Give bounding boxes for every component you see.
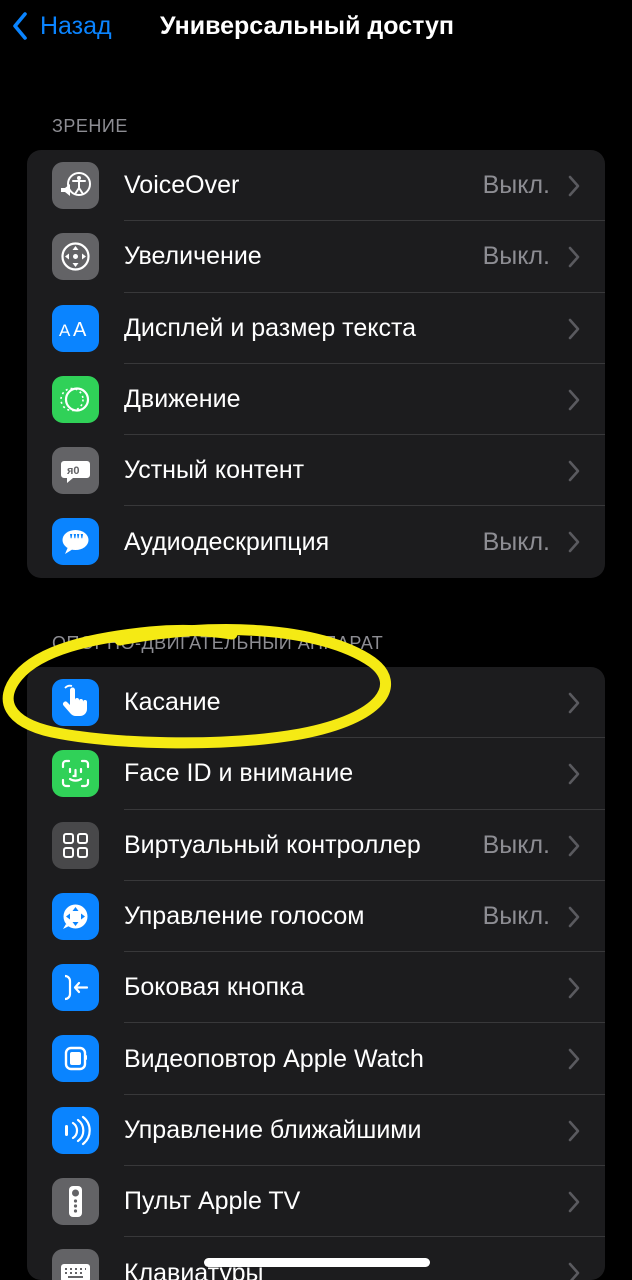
chevron-right-icon bbox=[568, 977, 580, 999]
chevron-right-icon bbox=[568, 246, 580, 268]
row-label: Боковая кнопка bbox=[124, 973, 305, 1002]
settings-group-physical: Касание Face ID и внимание Виртуальный к… bbox=[27, 667, 605, 1280]
navigation-bar: Назад Универсальный доступ bbox=[0, 0, 632, 52]
back-button[interactable]: Назад bbox=[12, 6, 112, 46]
row-label: Дисплей и размер текста bbox=[124, 313, 417, 342]
chevron-right-icon bbox=[568, 318, 580, 339]
text-size-icon: AA bbox=[52, 304, 99, 352]
row-display-text-size[interactable]: AA Дисплей и размер текста bbox=[27, 293, 605, 364]
chevron-left-icon bbox=[12, 6, 40, 46]
row-label: Касание bbox=[124, 688, 221, 717]
chevron-right-icon bbox=[568, 906, 580, 928]
row-face-id[interactable]: Face ID и внимание bbox=[27, 738, 605, 810]
apple-tv-remote-icon bbox=[52, 1178, 99, 1226]
section-header-vision: ЗРЕНИЕ bbox=[52, 116, 128, 136]
row-label: Face ID и внимание bbox=[124, 759, 354, 788]
face-id-icon bbox=[52, 750, 99, 798]
row-motion[interactable]: Движение bbox=[27, 364, 605, 436]
chevron-right-icon bbox=[568, 1049, 580, 1070]
row-zoom[interactable]: Увеличение Выкл. bbox=[27, 221, 605, 293]
switch-control-icon bbox=[52, 821, 99, 869]
svg-text:": " bbox=[75, 530, 85, 550]
voice-control-icon bbox=[52, 892, 99, 940]
row-label: Управление голосом bbox=[124, 902, 365, 931]
apple-watch-icon bbox=[52, 1035, 99, 1083]
svg-text:A: A bbox=[59, 321, 71, 340]
section-header-physical: ОПОРНО-ДВИГАТЕЛЬНЫЙ АППАРАТ bbox=[52, 633, 384, 653]
side-button-icon bbox=[52, 964, 99, 1012]
row-value: Выкл. bbox=[482, 242, 550, 271]
nearby-devices-icon bbox=[52, 1106, 99, 1154]
row-label: Управление ближайшими bbox=[124, 1115, 422, 1144]
row-spoken-content[interactable]: ᴙ0 Устный контент bbox=[27, 435, 605, 507]
row-voice-control[interactable]: Управление голосом Выкл. bbox=[27, 881, 605, 953]
row-label: Виртуальный контроллер bbox=[124, 830, 421, 859]
zoom-icon bbox=[52, 233, 99, 281]
chevron-right-icon bbox=[568, 835, 580, 856]
chevron-right-icon bbox=[568, 1263, 580, 1280]
row-apple-watch-mirroring[interactable]: Видеоповтор Apple Watch bbox=[27, 1023, 605, 1095]
page-title: Универсальный доступ bbox=[160, 11, 454, 40]
chevron-right-icon bbox=[568, 1191, 580, 1213]
row-switch-control[interactable]: Виртуальный контроллер Выкл. bbox=[27, 810, 605, 881]
spoken-content-icon: ᴙ0 bbox=[52, 447, 99, 495]
chevron-right-icon bbox=[568, 389, 580, 411]
chevron-right-icon bbox=[568, 692, 580, 714]
row-label: VoiceOver bbox=[124, 171, 240, 200]
row-label: Видеоповтор Apple Watch bbox=[124, 1044, 424, 1073]
row-side-button[interactable]: Боковая кнопка bbox=[27, 952, 605, 1024]
audio-description-icon: " " bbox=[52, 518, 99, 566]
row-voiceover[interactable]: VoiceOver Выкл. bbox=[27, 150, 605, 222]
row-value: Выкл. bbox=[482, 527, 550, 556]
settings-group-vision: VoiceOver Выкл. Увеличение Выкл. AA Дисп… bbox=[27, 150, 605, 578]
row-apple-tv-remote[interactable]: Пульт Apple TV bbox=[27, 1166, 605, 1238]
motion-icon bbox=[52, 375, 99, 423]
row-audio-description[interactable]: " " Аудиодескрипция Выкл. bbox=[27, 506, 605, 577]
row-label: Пульт Apple TV bbox=[124, 1187, 301, 1216]
chevron-right-icon bbox=[568, 532, 580, 553]
touch-hand-icon bbox=[52, 679, 99, 726]
back-label: Назад bbox=[40, 11, 112, 40]
svg-text:ᴙ0: ᴙ0 bbox=[67, 465, 80, 477]
row-value: Выкл. bbox=[482, 902, 550, 931]
row-label: Движение bbox=[124, 385, 241, 414]
keyboard-icon bbox=[52, 1249, 99, 1280]
row-label: Увеличение bbox=[124, 242, 262, 271]
row-value: Выкл. bbox=[482, 830, 550, 859]
row-label: Аудиодескрипция bbox=[124, 527, 330, 556]
chevron-right-icon bbox=[568, 763, 580, 785]
voiceover-icon bbox=[52, 162, 99, 209]
row-value: Выкл. bbox=[482, 171, 550, 200]
chevron-right-icon bbox=[568, 1120, 580, 1142]
home-indicator bbox=[204, 1258, 430, 1267]
svg-text:A: A bbox=[73, 319, 87, 341]
chevron-right-icon bbox=[568, 460, 580, 482]
row-label: Устный контент bbox=[124, 456, 305, 485]
row-touch[interactable]: Касание bbox=[27, 667, 605, 739]
row-nearby-devices[interactable]: Управление ближайшими bbox=[27, 1095, 605, 1167]
chevron-right-icon bbox=[568, 175, 580, 197]
